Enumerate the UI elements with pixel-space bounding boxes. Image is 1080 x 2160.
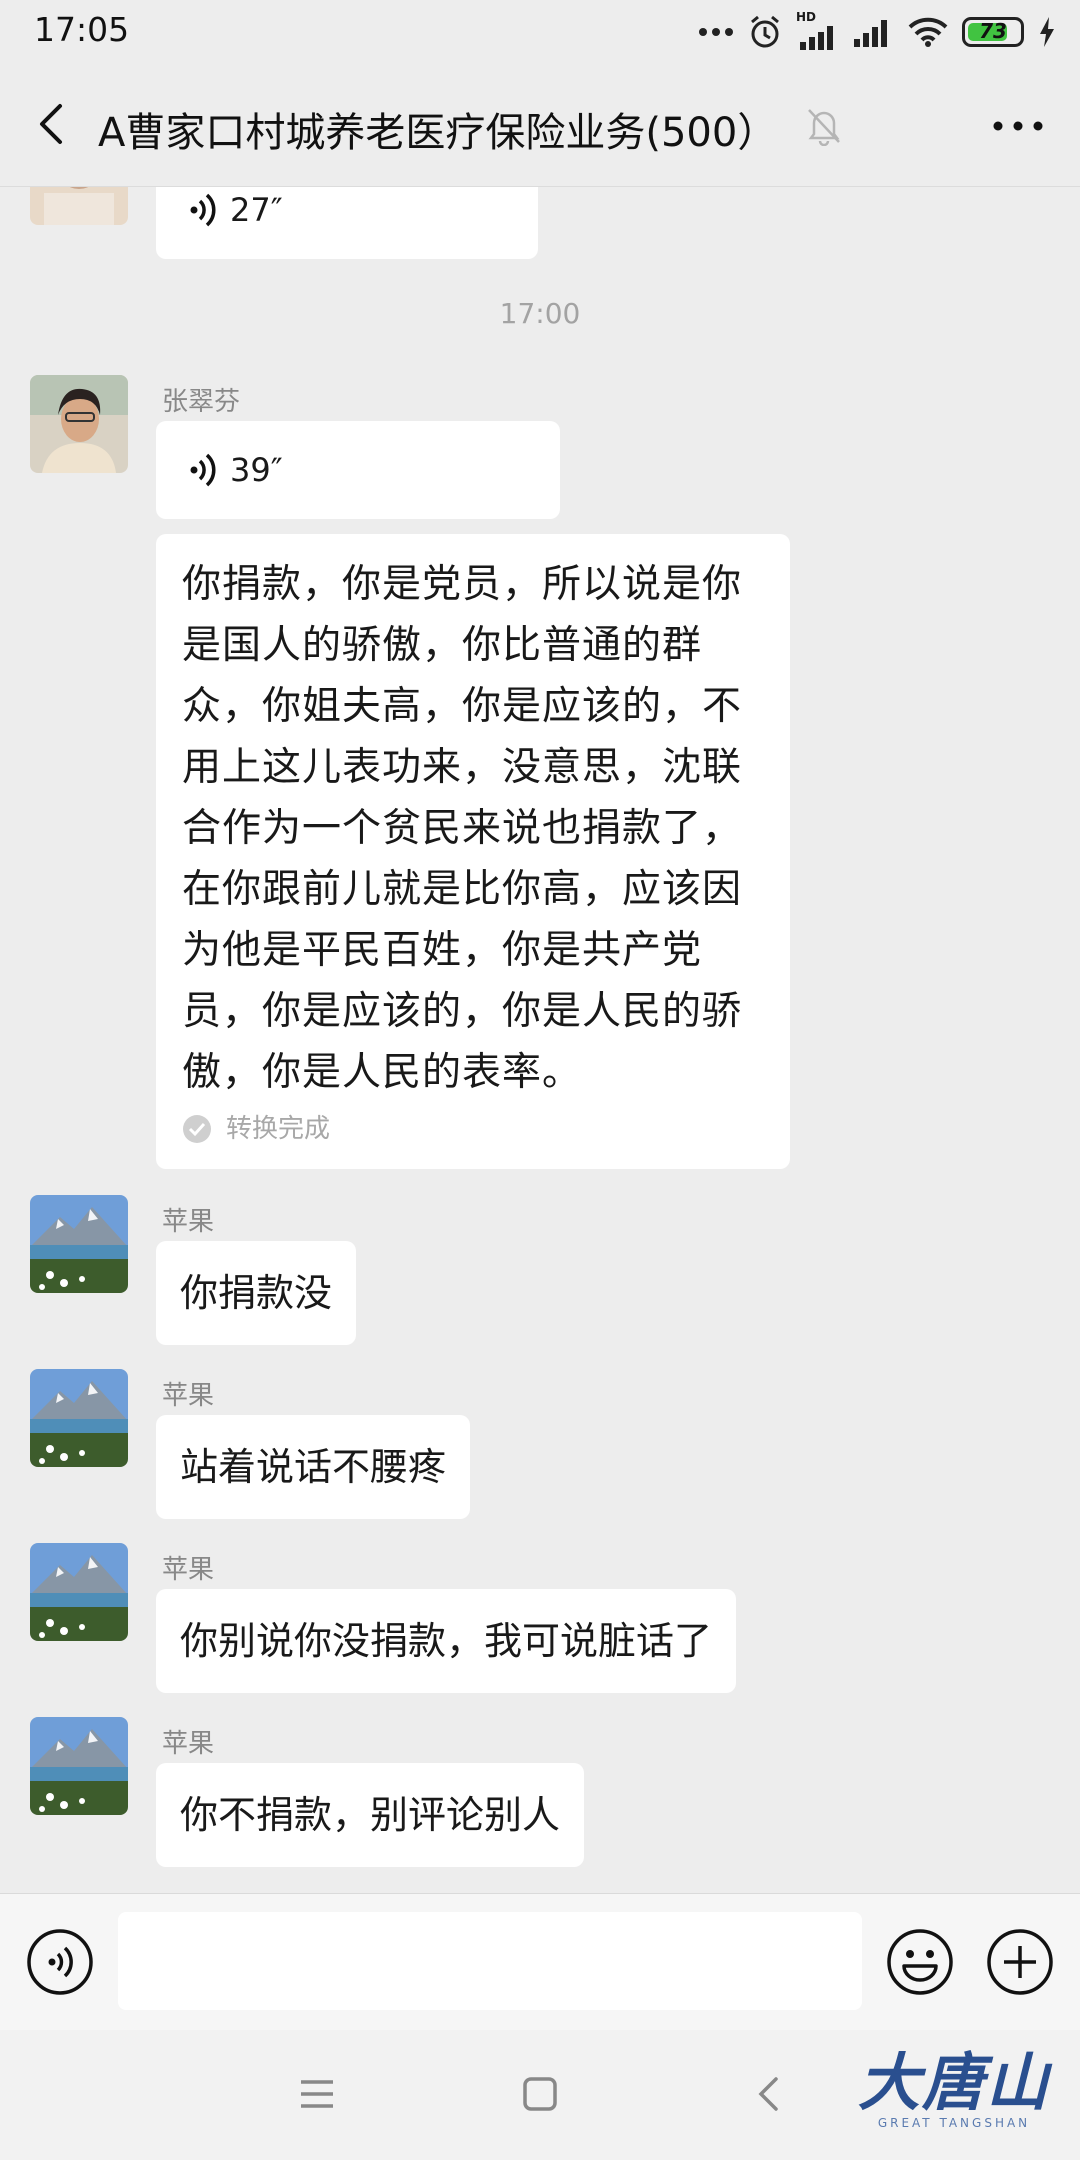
status-time: 17:05 [34,10,130,49]
voice-message-bubble[interactable]: 39″ [156,421,560,519]
voice-duration: 39″ [230,451,283,489]
voice-wave-icon [190,193,216,227]
input-bar [0,1893,1080,2030]
avatar[interactable] [30,1369,128,1467]
sender-name: 张翠芬 [162,387,241,417]
battery-level: 73 [979,19,1007,43]
transcript-status-label: 转换完成 [226,1114,331,1144]
watermark-main: 大唐山 [857,2046,1050,2119]
voice-message-bubble[interactable]: 27″ [156,187,538,259]
time-divider: 17:00 [499,297,581,330]
status-icons: HD 73 [698,10,1056,52]
chat-header: A曹家口村城养老医疗保险业务(500） [0,66,1080,187]
transcript-text: 你捐款，你是党员，所以说是你是国人的骄傲，你比普通的群众，你姐夫高，你是应该的，… [182,562,743,1095]
sender-name: 苹果 [162,1729,215,1759]
watermark-sub: GREAT TANGSHAN [877,2116,1031,2130]
charging-icon [1040,17,1054,47]
status-bar: 17:05 HD 73 [0,0,1080,66]
nav-back-icon[interactable] [756,2076,780,2112]
message-list[interactable]: 27″ 17:00 张翠芬 39″ 你捐款，你是党员，所以说是你是国人的骄傲，你… [0,187,1080,1893]
text-message-bubble[interactable]: 站着说话不腰疼 [156,1415,471,1519]
back-arrow-icon[interactable] [24,94,84,154]
sender-name: 苹果 [162,1555,215,1585]
text-message-bubble[interactable]: 你不捐款，别评论别人 [156,1763,585,1867]
mute-bell-icon [808,109,840,146]
message-text: 你别说你没捐款，我可说脏话了 [180,1619,713,1663]
avatar[interactable] [30,375,128,473]
message-text: 你捐款没 [180,1271,333,1315]
hd-signal-icon: HD [796,10,840,50]
message-input[interactable] [118,1912,862,2010]
check-circle-icon [183,1115,211,1143]
recent-apps-icon[interactable] [298,2076,336,2112]
emoji-icon[interactable] [886,1928,954,1996]
avatar[interactable] [30,1543,128,1641]
plus-icon[interactable] [986,1928,1054,1996]
more-options-icon[interactable] [988,106,1048,146]
voice-wave-icon [190,453,216,487]
message-text: 站着说话不腰疼 [180,1445,447,1489]
voice-duration: 27″ [230,191,283,229]
alarm-icon [751,15,779,48]
voice-transcript-bubble[interactable]: 你捐款，你是党员，所以说是你是国人的骄傲，你比普通的群众，你姐夫高，你是应该的，… [156,534,790,1169]
message-text: 你不捐款，别评论别人 [180,1793,561,1837]
avatar[interactable] [30,187,128,225]
voice-input-icon[interactable] [26,1928,94,1996]
text-message-bubble[interactable]: 你捐款没 [156,1241,357,1345]
wifi-icon [908,17,948,47]
sender-name: 苹果 [162,1207,215,1237]
battery-icon: 73 [962,17,1024,47]
home-icon[interactable] [522,2076,558,2112]
transcript-status: 转换完成 [182,1109,768,1149]
avatar[interactable] [30,1717,128,1815]
watermark-logo: 大唐山 GREAT TANGSHAN [857,2046,1050,2131]
avatar[interactable] [30,1195,128,1293]
system-navigation-bar: 大唐山 GREAT TANGSHAN [0,2030,1080,2160]
signal-icon [854,20,887,47]
text-message-bubble[interactable]: 你别说你没捐款，我可说脏话了 [156,1589,737,1693]
chat-title: A曹家口村城养老医疗保险业务(500） [98,110,778,156]
more-dots-icon [699,28,733,36]
sender-name: 苹果 [162,1381,215,1411]
